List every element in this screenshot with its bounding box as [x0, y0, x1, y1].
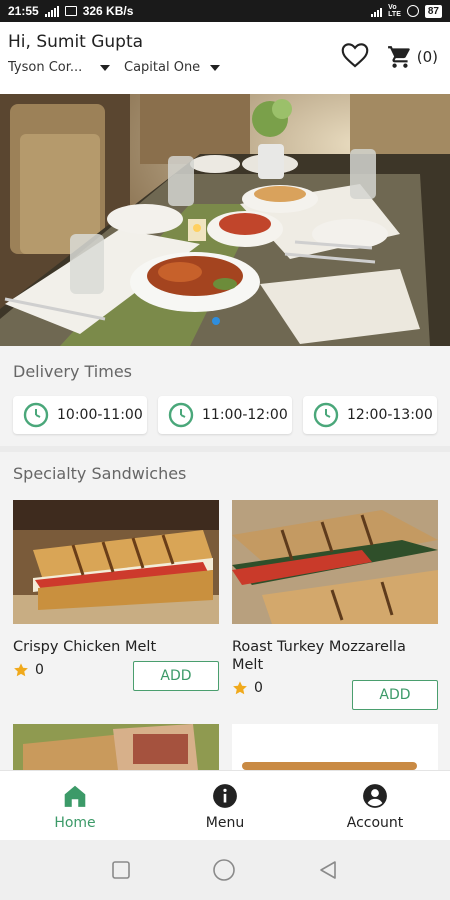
- clock-icon: [23, 402, 49, 428]
- rating-value: 0: [254, 680, 263, 696]
- time-slot-3[interactable]: 12:00-13:00: [303, 396, 437, 434]
- app-header: Hi, Sumit Gupta Tyson Cor... Capital One…: [0, 22, 450, 94]
- status-right: Vo LTE 87: [371, 4, 442, 18]
- crispy-chicken-melt-photo: [13, 500, 219, 624]
- heart-icon: [341, 43, 369, 68]
- product-image[interactable]: [232, 724, 438, 770]
- location-label: Tyson Cor...: [8, 60, 83, 75]
- product-name: Roast Turkey Mozzarella Melt: [232, 639, 406, 673]
- cart-icon: [387, 46, 410, 68]
- add-to-cart-button[interactable]: ADD: [352, 680, 438, 710]
- nav-label: Account: [346, 815, 404, 831]
- product-image[interactable]: [13, 724, 219, 770]
- star-icon: [14, 663, 28, 677]
- rating-value: 0: [35, 662, 44, 678]
- greeting-text: Hi, Sumit Gupta: [8, 32, 144, 52]
- header-actions: (0): [341, 42, 438, 72]
- nav-label: Menu: [205, 815, 245, 831]
- restaurant-table-image: [0, 94, 450, 346]
- recents-icon[interactable]: [111, 860, 131, 880]
- product-name: Crispy Chicken Melt: [13, 639, 157, 655]
- product-image[interactable]: [232, 500, 438, 624]
- status-time: 21:55: [8, 4, 39, 18]
- signal-icon: [44, 5, 59, 17]
- home-circle-icon[interactable]: [212, 858, 236, 882]
- product-card[interactable]: Roast Turkey Mozzarella Melt 0: [232, 500, 438, 696]
- cart-button[interactable]: (0): [387, 44, 438, 70]
- section-divider: [0, 446, 450, 452]
- sandwich-photo: [232, 724, 438, 770]
- info-icon: [213, 784, 237, 808]
- hero-carousel[interactable]: [0, 94, 450, 346]
- battery-icon: 87: [424, 4, 442, 18]
- favorites-button[interactable]: [341, 42, 369, 72]
- cell-signal-icon: [371, 6, 383, 17]
- network-speed: 326 KB/s: [82, 4, 134, 18]
- nav-account[interactable]: Account: [300, 771, 450, 840]
- time-slot-label: 11:00-12:00: [202, 407, 288, 423]
- nav-home[interactable]: Home: [0, 771, 150, 840]
- add-to-cart-button[interactable]: ADD: [133, 661, 219, 691]
- nav-menu[interactable]: Menu: [150, 771, 300, 840]
- nav-label: Home: [54, 815, 96, 831]
- home-icon: [64, 785, 86, 807]
- star-icon: [233, 681, 247, 695]
- delivery-times-heading: Delivery Times: [13, 362, 132, 381]
- chevron-down-icon: [210, 64, 221, 71]
- specialty-sandwiches-heading: Specialty Sandwiches: [13, 464, 187, 483]
- system-navigation-bar: [0, 840, 450, 900]
- cart-count: (0): [416, 48, 438, 66]
- roast-turkey-melt-photo: [232, 500, 438, 624]
- time-slot-label: 12:00-13:00: [347, 407, 433, 423]
- chevron-down-icon: [100, 64, 110, 71]
- time-slot-1[interactable]: 10:00-11:00: [13, 396, 147, 434]
- carousel-indicator[interactable]: [212, 317, 220, 325]
- sandwich-photo: [13, 724, 219, 770]
- bank-label: Capital One: [124, 60, 201, 75]
- clock-icon: [168, 402, 194, 428]
- clock-icon: [313, 402, 339, 428]
- status-bar: 21:55 326 KB/s Vo LTE 87: [0, 0, 450, 22]
- product-image[interactable]: [13, 500, 219, 624]
- back-icon[interactable]: [317, 859, 339, 881]
- time-slot-label: 10:00-11:00: [57, 407, 143, 423]
- alarm-icon: [406, 5, 419, 17]
- bottom-navigation: Home Menu Account: [0, 770, 450, 840]
- location-selector[interactable]: Tyson Cor...: [8, 60, 110, 75]
- status-left: 21:55 326 KB/s: [8, 4, 133, 18]
- bank-selector[interactable]: Capital One: [124, 60, 221, 75]
- product-card[interactable]: Crispy Chicken Melt 0: [13, 500, 219, 678]
- volte-icon: Vo LTE: [388, 4, 401, 18]
- time-slot-2[interactable]: 11:00-12:00: [158, 396, 292, 434]
- image-notification-icon: [64, 6, 77, 16]
- account-icon: [363, 784, 387, 808]
